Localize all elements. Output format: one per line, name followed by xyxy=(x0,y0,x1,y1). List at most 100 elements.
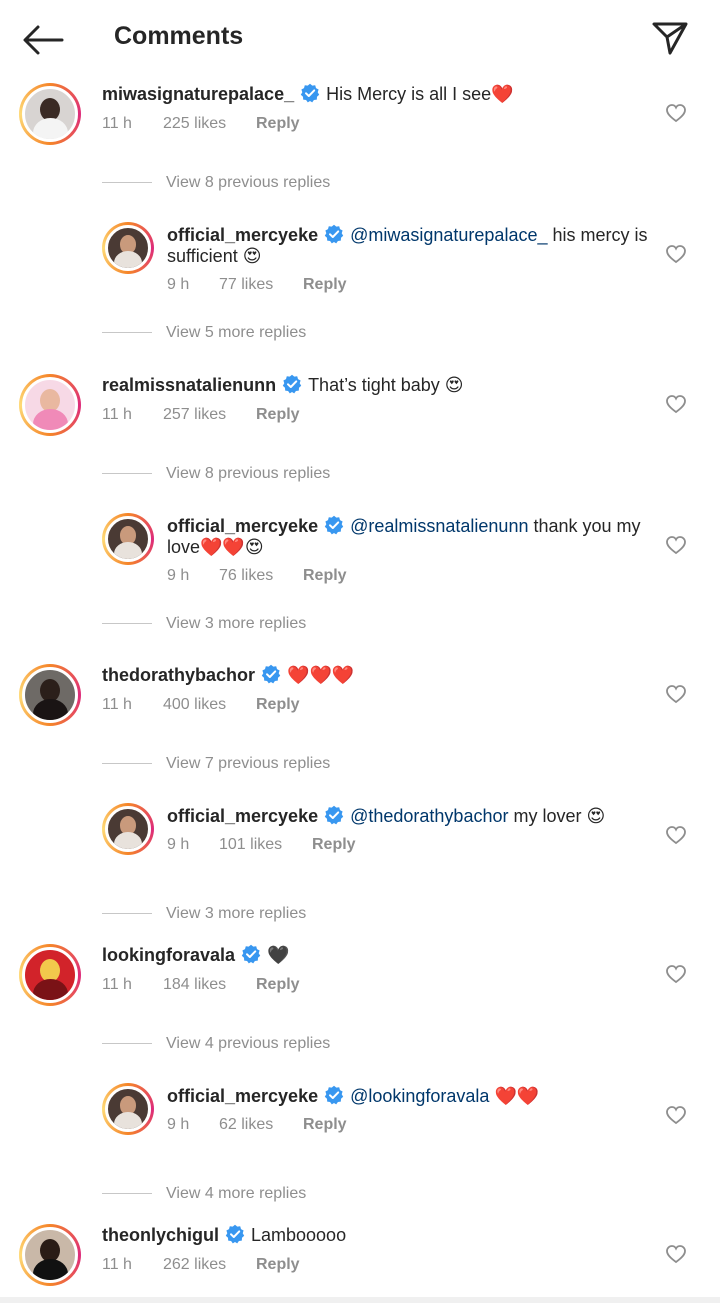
reply-avatar[interactable] xyxy=(102,803,154,855)
replies-divider xyxy=(102,913,152,915)
comment-body: ❤️❤️❤️ xyxy=(287,665,355,685)
comment-username[interactable]: theonlychigul xyxy=(102,1225,219,1245)
comment-reply-button[interactable]: Reply xyxy=(256,976,300,994)
comment-likes[interactable]: 262 likes xyxy=(163,1256,226,1274)
comment-body: Lambooooo xyxy=(251,1225,347,1245)
reply-mention[interactable]: @thedorathybachor xyxy=(350,806,508,826)
replies-divider xyxy=(102,1043,152,1045)
view-previous-replies[interactable]: View 7 previous replies xyxy=(102,755,330,773)
verified-badge-icon xyxy=(324,1085,344,1105)
like-heart-icon[interactable] xyxy=(665,1244,687,1264)
like-heart-icon[interactable] xyxy=(665,103,687,123)
view-previous-replies-label[interactable]: View 8 previous replies xyxy=(166,174,330,191)
reply-body: ❤️❤️ xyxy=(489,1086,540,1106)
comment-username[interactable]: miwasignaturepalace_ xyxy=(102,84,294,104)
reply-username[interactable]: official_mercyeke xyxy=(167,225,318,245)
like-heart-icon[interactable] xyxy=(665,684,687,704)
reply-mention[interactable]: @realmissnatalienunn xyxy=(350,516,528,536)
comment-text: thedorathybachor ❤️❤️❤️ xyxy=(102,664,662,686)
avatar-body xyxy=(32,979,68,1000)
view-more-replies[interactable]: View 5 more replies xyxy=(102,324,306,342)
view-more-replies-label[interactable]: View 3 more replies xyxy=(166,615,306,632)
reply-text: official_mercyeke @lookingforavala ❤️❤️ xyxy=(167,1085,657,1107)
comment-reply-button[interactable]: Reply xyxy=(256,406,300,424)
like-heart-icon[interactable] xyxy=(665,394,687,414)
verified-badge-icon xyxy=(241,944,261,964)
avatar-body xyxy=(32,699,68,720)
view-previous-replies[interactable]: View 8 previous replies xyxy=(102,174,330,192)
reply-reply-button[interactable]: Reply xyxy=(303,276,347,294)
view-previous-replies-label[interactable]: View 7 previous replies xyxy=(166,755,330,772)
comment-username[interactable]: thedorathybachor xyxy=(102,665,255,685)
reply-body: thank you my xyxy=(528,516,641,536)
view-more-replies-label[interactable]: View 3 more replies xyxy=(166,905,306,922)
view-previous-replies-label[interactable]: View 8 previous replies xyxy=(166,465,330,482)
comment-avatar[interactable] xyxy=(19,664,81,726)
reply-username[interactable]: official_mercyeke xyxy=(167,806,318,826)
reply-avatar[interactable] xyxy=(102,1083,154,1135)
reply-mention[interactable]: @miwasignaturepalace_ xyxy=(350,225,547,245)
comment-avatar[interactable] xyxy=(19,944,81,1006)
reply-body: his mercy is xyxy=(547,225,648,245)
verified-badge-icon xyxy=(282,374,302,394)
reply-reply-button[interactable]: Reply xyxy=(312,836,356,854)
reply-username[interactable]: official_mercyeke xyxy=(167,1086,318,1106)
view-more-replies[interactable]: View 3 more replies xyxy=(102,905,306,923)
reply-avatar[interactable] xyxy=(102,513,154,565)
view-more-replies[interactable]: View 3 more replies xyxy=(102,615,306,633)
reply-like-heart-icon[interactable] xyxy=(665,825,687,845)
avatar-body xyxy=(32,1259,68,1280)
comment-reply-button[interactable]: Reply xyxy=(256,696,300,714)
view-more-replies-label[interactable]: View 5 more replies xyxy=(166,324,306,341)
reply-avatar[interactable] xyxy=(102,222,154,274)
avatar-body xyxy=(114,1112,142,1129)
reply-mention[interactable]: @lookingforavala xyxy=(350,1086,489,1106)
comment-likes[interactable]: 400 likes xyxy=(163,696,226,714)
reply-likes[interactable]: 101 likes xyxy=(219,836,282,854)
verified-badge-icon xyxy=(324,515,344,535)
reply-text: official_mercyeke @thedorathybachor my lo… xyxy=(167,805,657,827)
reply-body-cont: sufficient 😍 xyxy=(167,246,262,266)
comment-time: 11 h xyxy=(102,976,132,993)
reply-like-heart-icon[interactable] xyxy=(665,244,687,264)
comment-time: 11 h xyxy=(102,406,132,423)
reply-text: official_mercyeke @realmissnatalienunn th… xyxy=(167,515,657,558)
replies-divider xyxy=(102,182,152,184)
reply-likes[interactable]: 77 likes xyxy=(219,276,273,294)
comment-avatar[interactable] xyxy=(19,374,81,436)
comment-username[interactable]: lookingforavala xyxy=(102,945,235,965)
comment-reply-button[interactable]: Reply xyxy=(256,115,300,133)
reply-like-heart-icon[interactable] xyxy=(665,1105,687,1125)
reply-likes[interactable]: 62 likes xyxy=(219,1116,273,1134)
avatar-body xyxy=(32,118,68,139)
verified-badge-icon xyxy=(261,664,281,684)
reply-time: 9 h xyxy=(167,276,190,293)
comment-avatar[interactable] xyxy=(19,83,81,145)
comment-time: 11 h xyxy=(102,115,132,132)
view-previous-replies[interactable]: View 4 previous replies xyxy=(102,1035,330,1053)
reply-username[interactable]: official_mercyeke xyxy=(167,516,318,536)
comment-avatar[interactable] xyxy=(19,1224,81,1286)
comment-likes[interactable]: 184 likes xyxy=(163,976,226,994)
comment-likes[interactable]: 257 likes xyxy=(163,406,226,424)
view-more-replies-label[interactable]: View 4 more replies xyxy=(166,1185,306,1202)
avatar-body xyxy=(114,542,142,559)
comment-username[interactable]: realmissnatalienunn xyxy=(102,375,276,395)
verified-badge-icon xyxy=(225,1224,245,1244)
comment-text: lookingforavala 🖤 xyxy=(102,944,662,966)
back-arrow-icon[interactable] xyxy=(22,24,64,56)
reply-likes[interactable]: 76 likes xyxy=(219,567,273,585)
view-previous-replies-label[interactable]: View 4 previous replies xyxy=(166,1035,330,1052)
replies-divider xyxy=(102,763,152,765)
comment-reply-button[interactable]: Reply xyxy=(256,1256,300,1274)
reply-reply-button[interactable]: Reply xyxy=(303,567,347,585)
like-heart-icon[interactable] xyxy=(665,964,687,984)
reply-like-heart-icon[interactable] xyxy=(665,535,687,555)
comment-likes[interactable]: 225 likes xyxy=(163,115,226,133)
reply-reply-button[interactable]: Reply xyxy=(303,1116,347,1134)
page-title: Comments xyxy=(114,22,244,50)
send-direct-icon[interactable] xyxy=(650,18,690,58)
view-more-replies[interactable]: View 4 more replies xyxy=(102,1185,306,1203)
verified-badge-icon xyxy=(324,224,344,244)
view-previous-replies[interactable]: View 8 previous replies xyxy=(102,465,330,483)
